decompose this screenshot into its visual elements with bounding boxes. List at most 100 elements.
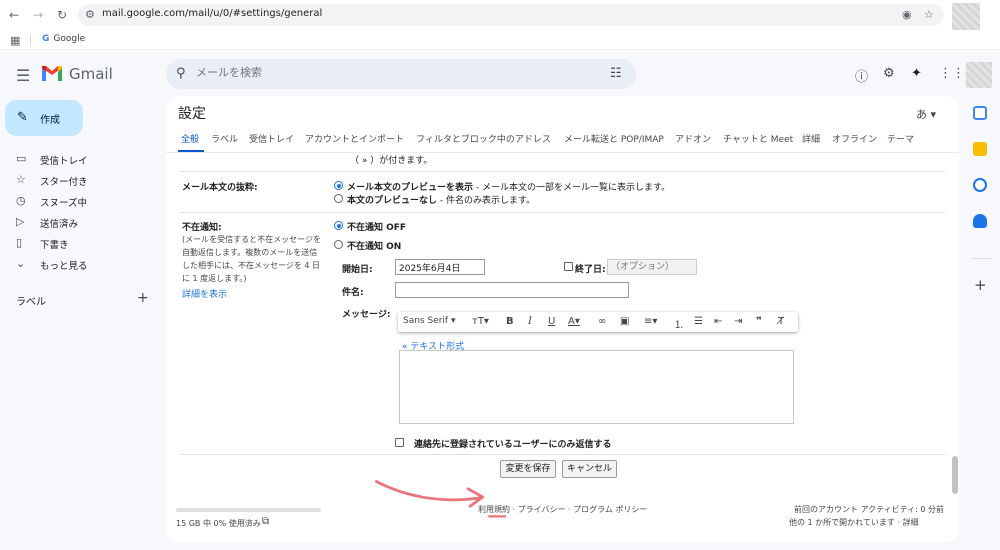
sidebar-item-sent[interactable]: ▷ 送信済み xyxy=(0,212,160,232)
tab-themes[interactable]: テーマ xyxy=(887,132,914,145)
vacation-label: 不在通知: xyxy=(182,223,222,233)
cancel-button[interactable]: キャンセル xyxy=(562,460,617,478)
manage-storage-icon[interactable]: ⧉ xyxy=(262,516,269,527)
tasks-icon[interactable] xyxy=(973,178,987,192)
font-size-icon[interactable]: тT▾ xyxy=(472,316,489,327)
sidebar-item-starred[interactable]: ☆ スター付き xyxy=(0,170,160,190)
settings-gear-icon[interactable]: ⚙ xyxy=(883,66,895,81)
search-options-icon[interactable]: ☷ xyxy=(610,66,622,81)
draft-icon: ▯ xyxy=(16,236,23,249)
google-apps-icon[interactable]: ⋮⋮ xyxy=(939,66,965,81)
end-date-input[interactable] xyxy=(607,259,697,275)
tabs-divider xyxy=(166,152,959,153)
site-info-icon[interactable]: ⚙ xyxy=(85,8,95,21)
sidebar-item-more[interactable]: ⌄ もっと見る xyxy=(0,254,160,274)
gemini-sparkle-icon[interactable]: ✦ xyxy=(911,66,922,81)
sidebar-item-drafts[interactable]: ▯ 下書き xyxy=(0,233,160,253)
tab-inbox[interactable]: 受信トレイ xyxy=(249,132,294,145)
section-divider xyxy=(180,454,945,455)
image-icon[interactable]: ▣ xyxy=(620,316,629,327)
tab-forwarding[interactable]: メール転送と POP/IMAP xyxy=(564,132,664,145)
scrollbar-thumb[interactable] xyxy=(952,456,958,494)
labels-heading: ラベル xyxy=(16,297,46,308)
reload-icon[interactable]: ↻ xyxy=(54,7,70,23)
search-icon[interactable]: ⚲ xyxy=(176,66,186,81)
sidebar-item-label: もっと見る xyxy=(40,261,88,272)
get-addons-plus-icon[interactable]: + xyxy=(974,276,987,294)
font-family-select[interactable]: Sans Serif ▾ xyxy=(403,316,455,326)
indent-less-icon[interactable]: ⇤ xyxy=(714,316,722,327)
eye-icon[interactable]: ◉ xyxy=(902,8,912,21)
bookmark-star-icon[interactable]: ☆ xyxy=(924,8,934,21)
subject-label: 件名: xyxy=(342,288,364,298)
input-tools-toggle[interactable]: あ ▾ xyxy=(916,106,936,122)
snippets-none-desc: - 件名のみ表示します。 xyxy=(437,196,536,206)
snippets-none-radio[interactable] xyxy=(334,194,343,203)
browser-profile-avatar[interactable] xyxy=(952,3,980,31)
account-activity-details[interactable]: 他の 1 か所で開かれています · 詳細 xyxy=(789,517,919,528)
sidebar-item-label: スター付き xyxy=(40,177,88,188)
link-icon[interactable]: ∞ xyxy=(598,316,606,327)
subject-input[interactable] xyxy=(395,282,629,298)
snippets-show-radio[interactable] xyxy=(334,181,343,190)
calendar-icon[interactable] xyxy=(973,106,987,120)
contacts-icon[interactable] xyxy=(973,214,987,228)
quote-icon[interactable]: ❞ xyxy=(756,316,762,327)
forward-icon[interactable]: → xyxy=(30,7,46,23)
gmail-logo-icon[interactable] xyxy=(40,64,64,82)
vacation-learn-more-link[interactable]: 詳細を表示 xyxy=(182,287,227,300)
underline-icon[interactable]: U xyxy=(548,316,555,327)
address-bar[interactable]: ⚙ mail.google.com/mail/u/0/#settings/gen… xyxy=(78,4,944,26)
sidebar-item-label: 送信済み xyxy=(40,219,79,230)
numbered-list-icon[interactable]: ⒈ xyxy=(674,316,684,331)
bulleted-list-icon[interactable]: ☰ xyxy=(694,316,703,327)
align-icon[interactable]: ≡▾ xyxy=(644,316,657,327)
vacation-on-radio[interactable] xyxy=(334,240,343,249)
add-label-icon[interactable]: + xyxy=(137,290,149,306)
gmail-app: ☰ Gmail ⚲ ☷ ⓘ ⚙ ✦ ⋮⋮ ✎ 作成 ▭ 受信トレイ ☆ スター付… xyxy=(0,52,1000,550)
message-body-editor[interactable] xyxy=(399,350,794,424)
start-date-label: 開始日: xyxy=(342,265,373,275)
italic-icon[interactable]: I xyxy=(528,316,532,327)
sidebar-item-label: 下書き xyxy=(40,240,69,251)
tab-addons[interactable]: アドオン xyxy=(675,132,711,145)
page-title: 設定 xyxy=(178,106,206,122)
compose-button[interactable]: ✎ 作成 xyxy=(5,100,83,136)
footer-policy-links[interactable]: 利用規約 · プライバシー · プログラム ポリシー xyxy=(478,504,647,515)
search-input[interactable] xyxy=(196,66,576,79)
main-menu-icon[interactable]: ☰ xyxy=(16,66,30,85)
help-icon[interactable]: ⓘ xyxy=(855,66,868,85)
bookmark-google[interactable]: G Google xyxy=(42,34,85,44)
tab-labels[interactable]: ラベル xyxy=(211,132,238,145)
back-icon[interactable]: ← xyxy=(6,7,22,23)
sidebar-item-label: スヌーズ中 xyxy=(40,198,88,209)
vacation-off-radio[interactable] xyxy=(334,221,343,230)
account-avatar[interactable] xyxy=(966,62,992,88)
tab-accounts[interactable]: アカウントとインポート xyxy=(305,132,404,145)
send-icon: ▷ xyxy=(16,215,25,228)
compose-label: 作成 xyxy=(40,115,60,126)
search-bar[interactable]: ⚲ ☷ xyxy=(166,59,636,89)
bold-icon[interactable]: B xyxy=(506,316,514,327)
sidebar-item-inbox[interactable]: ▭ 受信トレイ xyxy=(0,149,160,169)
contacts-only-checkbox[interactable] xyxy=(395,438,404,447)
end-date-label: 終了日: xyxy=(575,265,606,275)
vacation-description: (メールを受信すると不在メッセージを自動返信します。複数のメールを送信した相手に… xyxy=(182,235,321,283)
section-divider xyxy=(180,171,945,172)
start-date-input[interactable] xyxy=(395,259,485,275)
apps-grid-icon[interactable]: ▦ xyxy=(10,34,20,47)
tab-advanced[interactable]: 詳細 xyxy=(802,132,820,145)
text-color-icon[interactable]: A▾ xyxy=(568,316,580,327)
tab-filters[interactable]: フィルタとブロック中のアドレス xyxy=(416,132,551,145)
save-changes-button[interactable]: 変更を保存 xyxy=(500,460,556,478)
tab-general[interactable]: 全般 xyxy=(181,132,199,145)
tab-offline[interactable]: オフライン xyxy=(832,132,877,145)
vacation-on-label: 不在通知 ON xyxy=(347,242,402,252)
remove-formatting-icon[interactable]: T̸ xyxy=(778,316,784,327)
contacts-only-label: 連絡先に登録されているユーザーにのみ返信する xyxy=(414,440,612,450)
end-date-checkbox[interactable] xyxy=(564,262,573,271)
indent-more-icon[interactable]: ⇥ xyxy=(734,316,742,327)
tab-chat-meet[interactable]: チャットと Meet xyxy=(723,132,793,145)
sidebar-item-snoozed[interactable]: ◷ スヌーズ中 xyxy=(0,191,160,211)
keep-icon[interactable] xyxy=(973,142,987,156)
